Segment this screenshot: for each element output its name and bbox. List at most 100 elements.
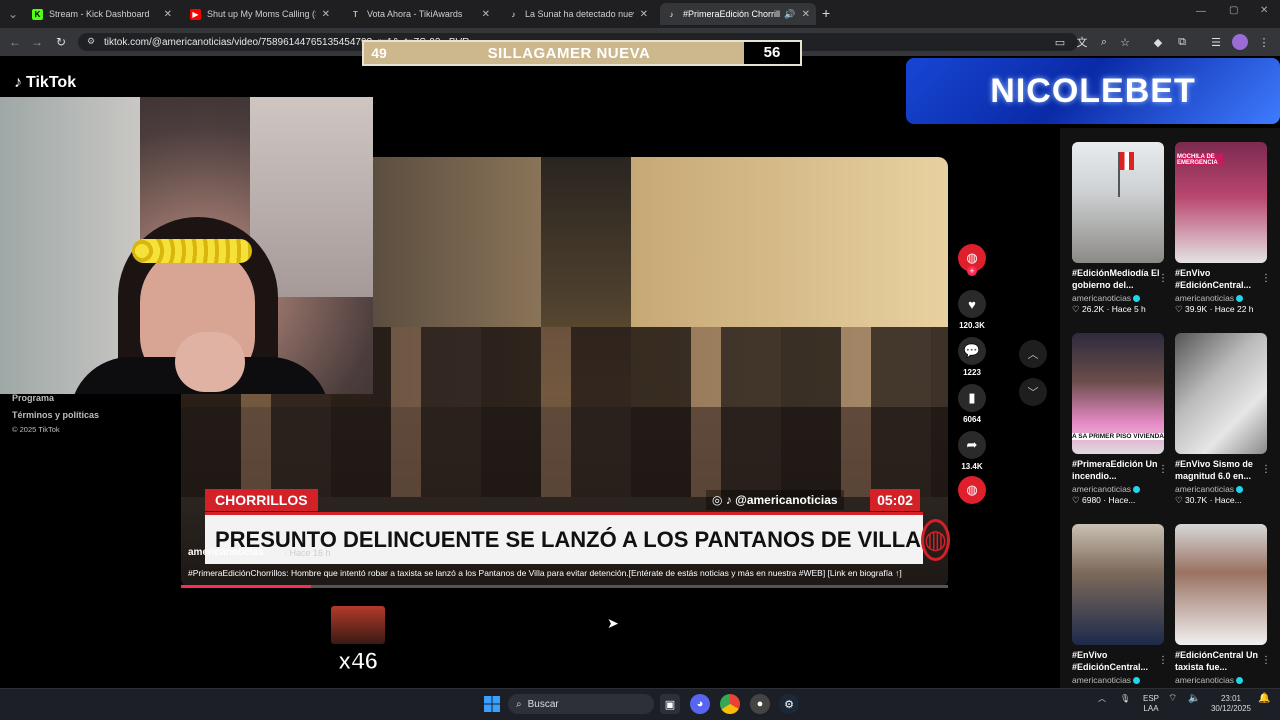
taskbar-search[interactable]: ⌕ Buscar: [508, 694, 654, 714]
like-button[interactable]: ♥ 120.3K: [958, 290, 986, 330]
reload-icon[interactable]: ↻: [52, 33, 70, 51]
music-disc-button[interactable]: ◍: [958, 476, 986, 504]
video-thumbnail: [1072, 142, 1164, 263]
tab-youtube[interactable]: ▶ Shut up My Moms Calling (Spe ✕: [184, 3, 336, 25]
microphone-icon[interactable]: 🎙: [1120, 694, 1130, 704]
maximize-icon[interactable]: ▢: [1229, 5, 1238, 16]
follow-plus-icon[interactable]: +: [967, 266, 977, 276]
related-video-card[interactable]: #EdiciónMediodía El gobierno del... amer…: [1072, 142, 1168, 315]
tab-sunat[interactable]: ♪ La Sunat ha detectado nuevas ✕: [502, 3, 654, 25]
discord-icon[interactable]: ◕: [690, 694, 710, 714]
comment-count: 1223: [963, 368, 981, 377]
tikiawards-icon: T: [353, 9, 358, 19]
close-icon[interactable]: ✕: [640, 9, 648, 20]
tab-kick[interactable]: K Stream - Kick Dashboard ✕: [26, 3, 178, 25]
tab-title: #PrimeraEdición Chorrillos:: [683, 9, 781, 19]
video-author: americanoticias: [1072, 484, 1164, 494]
related-video-card[interactable]: A SA PRIMER PISO VIVIENDA #PrimeraEdició…: [1072, 333, 1168, 506]
menu-kebab-icon[interactable]: ⋮: [1256, 34, 1272, 50]
chevron-down-icon[interactable]: ﹀: [1019, 378, 1047, 406]
close-icon[interactable]: ✕: [164, 9, 172, 20]
tiktok-icon: ♪: [511, 9, 516, 19]
video-author: americanoticias: [1175, 484, 1267, 494]
task-view-icon[interactable]: ▣: [660, 694, 680, 714]
video-caption[interactable]: #PrimeraEdiciónChorrillos: Hombre que in…: [188, 568, 938, 578]
close-window-icon[interactable]: ✕: [1260, 5, 1268, 16]
chevron-up-icon[interactable]: ︿: [1019, 340, 1047, 368]
minimize-icon[interactable]: —: [1196, 6, 1206, 17]
video-title: #EnVivo #EdiciónCentral...: [1175, 268, 1252, 290]
tab-search-icon[interactable]: ⌄: [4, 5, 22, 23]
windows-start-icon[interactable]: [482, 694, 502, 714]
video-author: americanoticias: [1175, 675, 1267, 685]
sidebar-link-programa[interactable]: Programa: [12, 393, 54, 403]
profile-avatar[interactable]: [1232, 34, 1248, 50]
close-icon[interactable]: ✕: [322, 9, 330, 20]
language-indicator[interactable]: ESP LAA: [1143, 694, 1159, 714]
tab-title: Shut up My Moms Calling (Spe: [207, 9, 316, 19]
taskbar-clock[interactable]: 23:01 30/12/2025: [1210, 694, 1252, 714]
related-video-card[interactable]: #EdiciónCentral Un taxista fue... americ…: [1175, 524, 1271, 685]
video-author: americanoticias: [1072, 293, 1164, 303]
score-left: 49: [371, 45, 387, 61]
video-author: americanoticias: [1175, 293, 1267, 303]
mouse-cursor-icon: ➤: [607, 615, 619, 631]
verified-icon: [1236, 294, 1244, 302]
more-options-icon[interactable]: ⋮: [1158, 273, 1168, 284]
verified-icon: [1236, 485, 1244, 493]
score-title: SILLAGAMER NUEVA: [487, 44, 651, 62]
save-button[interactable]: ▮ 6064: [958, 384, 986, 424]
obs-icon[interactable]: ●: [750, 694, 770, 714]
chrome-icon[interactable]: [720, 694, 740, 714]
globe-icon: ◍: [958, 476, 986, 504]
close-icon[interactable]: ✕: [482, 9, 490, 20]
sidebar-link-terminos[interactable]: Términos y políticas: [12, 410, 99, 420]
tab-active-tiktok[interactable]: ♪ #PrimeraEdición Chorrillos: 🔊 ✕: [660, 3, 816, 25]
video-author[interactable]: americanoticias: [188, 547, 264, 558]
wifi-icon[interactable]: ⌔: [1168, 694, 1177, 704]
video-thumbnail: MOCHILA DE EMERGENCIA: [1175, 142, 1267, 263]
close-icon[interactable]: ✕: [802, 9, 810, 20]
video-stats: ♡ 26.2K · Hace 5 h: [1072, 304, 1146, 314]
puzzle-icon[interactable]: ⧉: [1174, 34, 1190, 50]
reading-list-icon[interactable]: ☰: [1208, 34, 1224, 50]
tiktok-icon: ♪: [14, 74, 22, 91]
webcam-overlay: [0, 97, 373, 394]
cast-icon[interactable]: ▭: [1052, 34, 1068, 50]
related-video-card[interactable]: #EnVivo #EdiciónCentral... americanotici…: [1072, 524, 1168, 685]
speaker-icon[interactable]: 🔊: [784, 9, 795, 20]
share-button[interactable]: ➦ 13.4K: [958, 431, 986, 471]
site-info-icon[interactable]: ⚙: [87, 36, 95, 47]
verified-icon: [1236, 676, 1244, 684]
comment-button[interactable]: 💬 1223: [958, 337, 986, 377]
bookmark-icon: ▮: [958, 384, 986, 412]
sponsor-banner: NICOLEBET: [906, 58, 1280, 124]
more-options-icon[interactable]: ⋮: [1261, 273, 1271, 284]
bookmark-star-icon[interactable]: ☆: [1117, 34, 1133, 50]
more-options-icon[interactable]: ⋮: [1158, 655, 1168, 666]
new-tab-button[interactable]: +: [822, 5, 830, 21]
translate-icon[interactable]: 文: [1074, 34, 1090, 50]
steam-icon[interactable]: ⚙: [779, 694, 799, 714]
zoom-icon[interactable]: ⌕: [1096, 34, 1112, 50]
video-thumbnail: [1175, 333, 1267, 454]
search-icon: ⌕: [516, 698, 522, 710]
more-options-icon[interactable]: ⋮: [1158, 464, 1168, 475]
volume-icon[interactable]: 🔈: [1188, 694, 1200, 704]
tab-tikiawards[interactable]: T Vota Ahora - TikiAwards ✕: [344, 3, 496, 25]
tab-title: La Sunat ha detectado nuevas: [525, 9, 634, 19]
related-video-card[interactable]: #EnVivo Sismo de magnitud 6.0 en... amer…: [1175, 333, 1271, 506]
more-options-icon[interactable]: ⋮: [1261, 464, 1271, 475]
related-video-card[interactable]: MOCHILA DE EMERGENCIA #EnVivo #EdiciónCe…: [1175, 142, 1271, 315]
tiktok-logo[interactable]: ♪ TikTok: [14, 74, 76, 92]
back-arrow-icon[interactable]: ←: [6, 33, 24, 51]
extension-icon[interactable]: ◆: [1150, 34, 1166, 50]
tray-chevron-up-icon[interactable]: ︿: [1098, 694, 1106, 704]
notifications-icon[interactable]: 🔔: [1258, 694, 1270, 704]
video-progress-fill: [181, 585, 312, 588]
more-options-icon[interactable]: ⋮: [1261, 655, 1271, 666]
save-count: 6064: [963, 415, 981, 424]
forward-arrow-icon[interactable]: →: [28, 33, 46, 51]
social-handle-tag: ◎ ♪ @americanoticias: [706, 490, 844, 510]
creator-avatar[interactable]: ◍ +: [958, 244, 986, 276]
